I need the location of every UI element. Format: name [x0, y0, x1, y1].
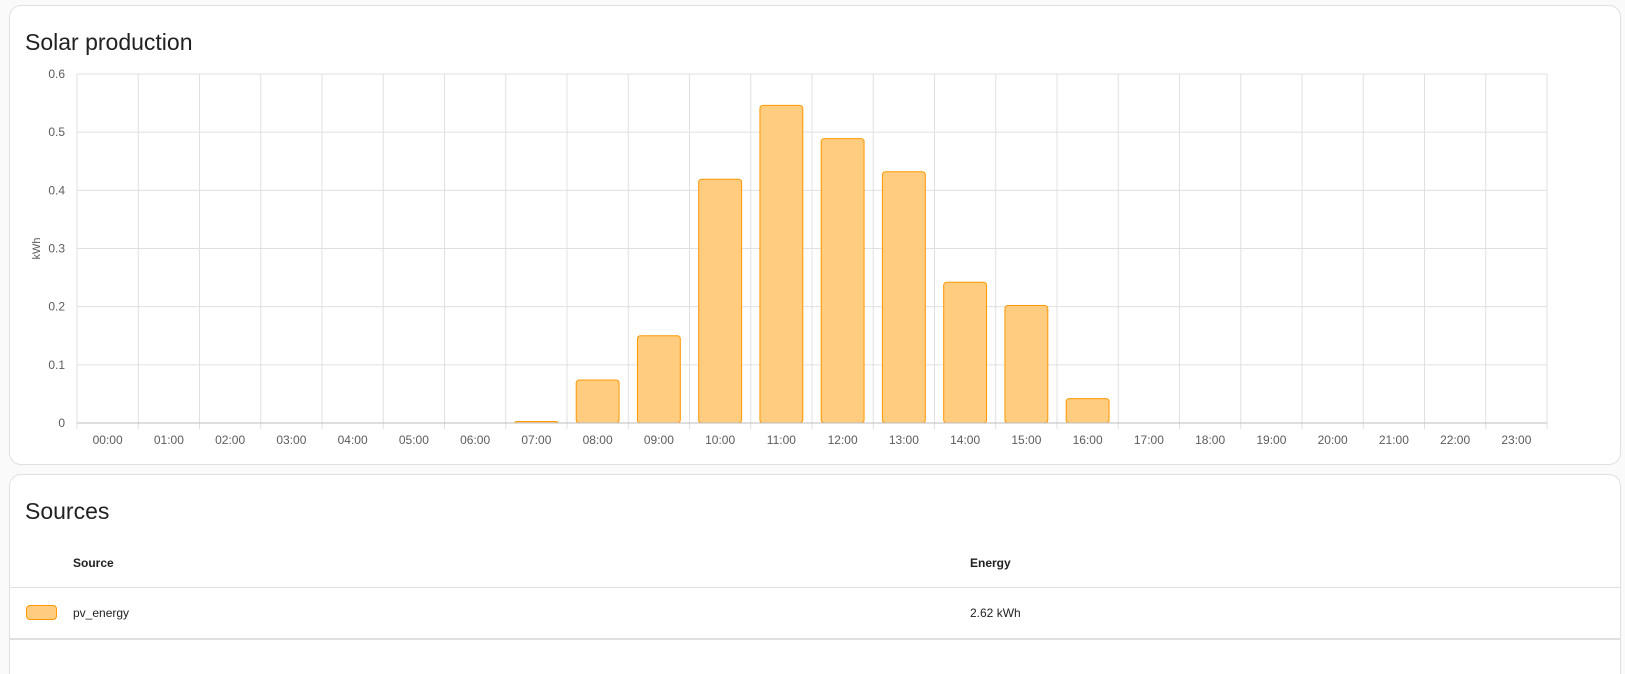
- x-tick-label: 20:00: [1318, 433, 1348, 447]
- solar-production-chart: 0 0.1 0.2 0.3 0.4 0.5 0.6 00:00 01:00 02:00 03:00 0…: [31, 67, 1548, 447]
- source-name: pv_energy: [73, 606, 130, 620]
- bar-1000[interactable]: [698, 178, 743, 424]
- x-tick-label: 03:00: [276, 433, 306, 447]
- bar-1400[interactable]: [943, 281, 988, 424]
- bar-1500[interactable]: [1004, 305, 1049, 424]
- x-tick-label: 01:00: [154, 433, 184, 447]
- source-column-header: Source: [73, 556, 114, 570]
- y-tick-label: 0.6: [48, 67, 65, 81]
- bar-0900[interactable]: [636, 335, 681, 424]
- x-tick-label: 09:00: [644, 433, 674, 447]
- y-tick-label: 0.4: [48, 183, 65, 197]
- x-tick-label: 07:00: [521, 433, 551, 447]
- x-tick-label: 05:00: [399, 433, 429, 447]
- table-row: pv_energy 2.62 kWh: [10, 588, 1620, 639]
- bar-1300[interactable]: [881, 171, 926, 424]
- sources-table: Source Energy pv_energy 2.62 kWh: [10, 539, 1620, 650]
- y-tick-label: 0.1: [48, 358, 65, 372]
- y-tick-label: 0.3: [48, 242, 65, 256]
- x-tick-label: 08:00: [583, 433, 613, 447]
- bar-1100[interactable]: [759, 104, 804, 424]
- x-tick-label: 12:00: [828, 433, 858, 447]
- source-energy: 2.62 kWh: [970, 606, 1021, 620]
- x-tick-label: 18:00: [1195, 433, 1225, 447]
- solar-production-card: Solar production 0 0.1 0.2 0.3 0.4 0.5 0.6 00:0…: [9, 5, 1621, 465]
- chart-grid: [76, 73, 1548, 429]
- x-tick-label: 15:00: [1011, 433, 1041, 447]
- x-tick-label: 06:00: [460, 433, 490, 447]
- sources-card: Sources Source Energy pv_energy 2.62 kWh: [9, 474, 1621, 674]
- bar-0800[interactable]: [575, 379, 620, 424]
- y-tick-label: 0.2: [48, 300, 65, 314]
- x-tick-label: 17:00: [1134, 433, 1164, 447]
- x-tick-label: 19:00: [1256, 433, 1286, 447]
- x-tick-label: 00:00: [93, 433, 123, 447]
- x-tick-label: 13:00: [889, 433, 919, 447]
- y-tick-label: 0.5: [48, 125, 65, 139]
- x-tick-label: 22:00: [1440, 433, 1470, 447]
- energy-column-header: Energy: [970, 556, 1011, 570]
- x-tick-label: 16:00: [1073, 433, 1103, 447]
- y-axis-label: kWh: [31, 238, 43, 260]
- x-tick-label: 11:00: [767, 433, 796, 447]
- x-tick-label: 02:00: [215, 433, 245, 447]
- x-tick-label: 10:00: [705, 433, 735, 447]
- table-row-divider: [10, 639, 1620, 650]
- x-tick-label: 21:00: [1379, 433, 1409, 447]
- table-header: Source Energy: [10, 539, 1620, 588]
- x-tick-label: 23:00: [1501, 433, 1531, 447]
- x-tick-label: 04:00: [338, 433, 368, 447]
- y-tick-label: 0: [58, 416, 65, 430]
- sources-title: Sources: [25, 498, 110, 524]
- x-tick-label: 14:00: [950, 433, 980, 447]
- bar-1200[interactable]: [820, 138, 865, 424]
- source-color-swatch: [26, 605, 57, 620]
- bar-1600[interactable]: [1065, 398, 1110, 424]
